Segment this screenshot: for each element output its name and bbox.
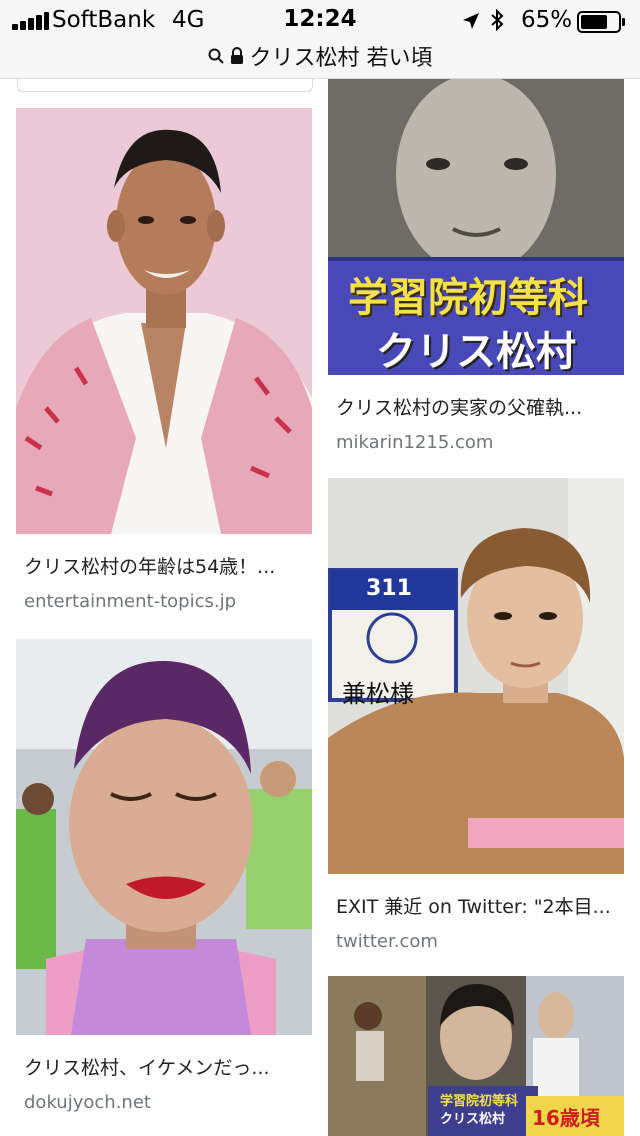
previous-result-card[interactable] [17, 79, 313, 92]
result-caption[interactable]: クリス松村の年齢は54歳！... [24, 552, 304, 579]
image-overlay-text: 16歳頃 [532, 1106, 600, 1130]
result-thumbnail[interactable] [16, 108, 312, 534]
battery-percentage: 65% [521, 7, 573, 33]
image-overlay-text: 学習院初等科 [348, 275, 588, 321]
image-overlay-text: クリス松村 [376, 329, 576, 375]
result-thumbnail[interactable] [16, 639, 312, 1035]
location-arrow-icon [462, 10, 480, 36]
image-overlay-text: 兼松様 [342, 680, 414, 708]
result-source: twitter.com [336, 931, 438, 952]
image-overlay-text: 学習院初等科 [440, 1094, 519, 1109]
bluetooth-icon [490, 8, 504, 37]
result-source: mikarin1215.com [336, 432, 494, 453]
status-bar: SoftBank 4G 12:24 65% [0, 0, 640, 40]
result-thumbnail[interactable]: 311 兼松様 [328, 478, 624, 874]
result-source: entertainment-topics.jp [24, 591, 237, 612]
image-overlay-text: 311 [366, 576, 412, 601]
search-query: クリス松村 若い頃 [249, 46, 433, 71]
address-bar[interactable]: クリス松村 若い頃 [0, 40, 640, 72]
result-thumbnail[interactable]: 学習院初等科 クリス松村 16歳頃 [328, 976, 624, 1136]
result-source: dokujyoch.net [24, 1092, 151, 1113]
image-overlay-text: クリス松村 [440, 1112, 506, 1127]
browser-chrome: SoftBank 4G 12:24 65% クリス松村 若い頃 [0, 0, 640, 79]
image-result-card[interactable]: 学習院初等科 クリス松村 16歳頃 [328, 976, 624, 1136]
result-caption[interactable]: クリス松村の実家の父確執... [336, 393, 616, 420]
lock-icon [230, 47, 243, 64]
result-thumbnail[interactable]: 学習院初等科 クリス松村 [328, 79, 624, 375]
image-result-card[interactable]: クリス松村、イケメンだっ... dokujyoch.net [16, 639, 312, 1113]
search-icon [208, 48, 224, 64]
image-result-card[interactable]: 311 兼松様 EXIT 兼近 on Twitter: "2本目... twit… [328, 478, 624, 952]
image-result-card[interactable]: クリス松村の年齢は54歳！... entertainment-topics.jp [16, 108, 312, 612]
result-caption[interactable]: EXIT 兼近 on Twitter: "2本目... [336, 892, 616, 919]
image-results-grid: クリス松村の年齢は54歳！... entertainment-topics.jp… [0, 79, 640, 1136]
result-caption[interactable]: クリス松村、イケメンだっ... [24, 1053, 304, 1080]
battery-icon [577, 11, 627, 39]
image-result-card[interactable]: 学習院初等科 クリス松村 クリス松村の実家の父確執... mikarin1215… [328, 79, 624, 453]
